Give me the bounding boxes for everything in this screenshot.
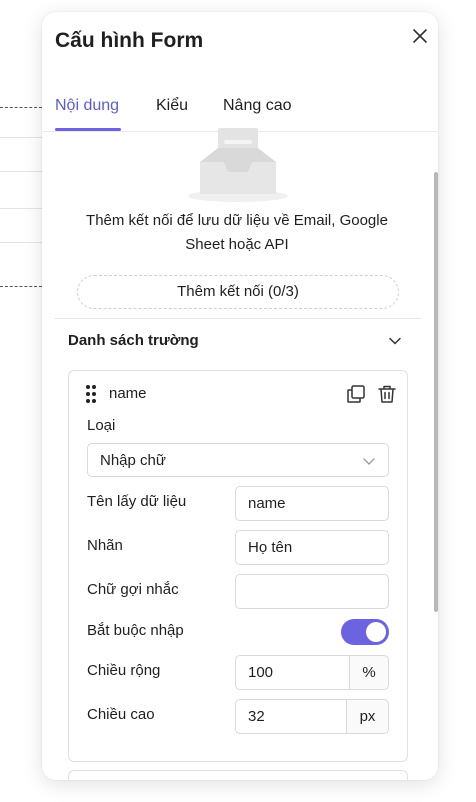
placeholder-input[interactable] xyxy=(235,574,389,609)
tab-advanced[interactable]: Nâng cao xyxy=(223,97,292,115)
form-config-panel: Cấu hình Form Nội dung Kiểu Nâng cao Thê… xyxy=(42,12,438,780)
section-divider xyxy=(55,318,421,319)
chevron-down-icon[interactable] xyxy=(386,332,404,350)
background-divider xyxy=(0,242,42,243)
tab-content[interactable]: Nội dung xyxy=(55,97,119,115)
connections-description: Thêm kết nối để lưu dữ liệu về Email, Go… xyxy=(62,209,412,257)
field-card xyxy=(68,770,408,780)
duplicate-icon[interactable] xyxy=(345,383,367,405)
height-unit: px xyxy=(347,699,389,734)
scrollbar-thumb[interactable] xyxy=(434,172,438,612)
background-divider xyxy=(0,208,42,209)
height-input[interactable]: 32 xyxy=(235,699,347,734)
toggle-knob xyxy=(366,622,386,642)
type-label: Loại xyxy=(87,417,116,434)
close-icon xyxy=(413,29,427,43)
trash-icon[interactable] xyxy=(376,383,398,405)
background-divider xyxy=(0,107,42,108)
field-type-select[interactable]: Nhập chữ xyxy=(87,443,389,477)
data-key-input[interactable]: name xyxy=(235,486,389,521)
add-connection-button[interactable]: Thêm kết nối (0/3) xyxy=(77,275,399,309)
height-label: Chiều cao xyxy=(87,706,155,723)
drag-handle-icon[interactable] xyxy=(85,384,97,404)
chevron-down-icon xyxy=(363,458,375,465)
field-type-value: Nhập chữ xyxy=(100,452,166,469)
width-unit: % xyxy=(350,655,389,690)
required-label: Bắt buộc nhập xyxy=(87,622,184,639)
background-divider xyxy=(0,286,42,287)
label-input[interactable]: Họ tên xyxy=(235,530,389,565)
panel-title: Cấu hình Form xyxy=(55,29,204,52)
field-list-heading: Danh sách trường xyxy=(68,332,199,349)
field-name: name xyxy=(109,385,147,402)
width-label: Chiều rộng xyxy=(87,662,161,679)
field-card: name Loại Nhập chữ Tên lấy dữ liệu name … xyxy=(68,370,408,762)
placeholder-label: Chữ gợi nhắc xyxy=(87,581,179,598)
background-divider xyxy=(0,171,42,172)
close-button[interactable] xyxy=(408,24,432,48)
background-divider xyxy=(0,137,42,138)
data-key-label: Tên lấy dữ liệu xyxy=(87,493,187,510)
width-input[interactable]: 100 xyxy=(235,655,350,690)
description-line: Sheet hoặc API xyxy=(185,236,289,253)
description-line: Thêm kết nối để lưu dữ liệu về Email, Go… xyxy=(86,212,388,229)
label-label: Nhãn xyxy=(87,537,123,554)
active-tab-indicator xyxy=(55,128,121,131)
empty-inbox-illustration xyxy=(188,128,288,202)
required-toggle[interactable] xyxy=(341,619,389,645)
tab-style[interactable]: Kiểu xyxy=(156,97,188,115)
